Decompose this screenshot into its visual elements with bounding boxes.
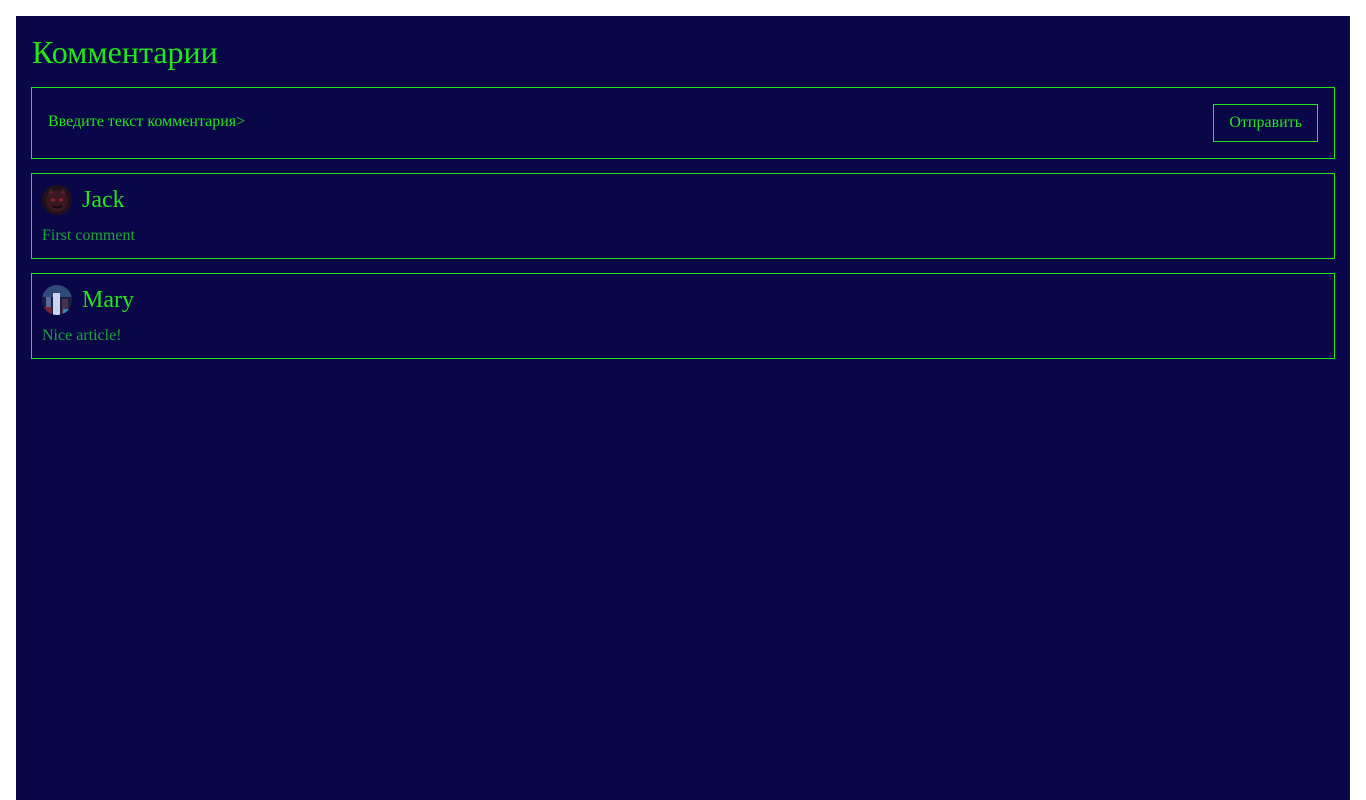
avatar (42, 285, 72, 315)
comment-item: Jack First comment (31, 173, 1335, 259)
send-button[interactable]: Отправить (1213, 104, 1318, 142)
comment-text: Nice article! (42, 327, 122, 344)
night-city-avatar-icon (42, 285, 72, 315)
comment-input[interactable] (48, 110, 1148, 134)
dark-cat-avatar-icon (42, 185, 72, 215)
comment-text: First comment (42, 227, 135, 244)
comments-page: Комментарии Отправить Jack First comment (16, 16, 1350, 800)
comment-author: Jack (82, 187, 125, 213)
comment-item: Mary Nice article! (31, 273, 1335, 359)
avatar (42, 185, 72, 215)
comment-author: Mary (82, 287, 134, 313)
comment-form: Отправить (31, 87, 1335, 159)
page-title: Комментарии (32, 34, 218, 70)
